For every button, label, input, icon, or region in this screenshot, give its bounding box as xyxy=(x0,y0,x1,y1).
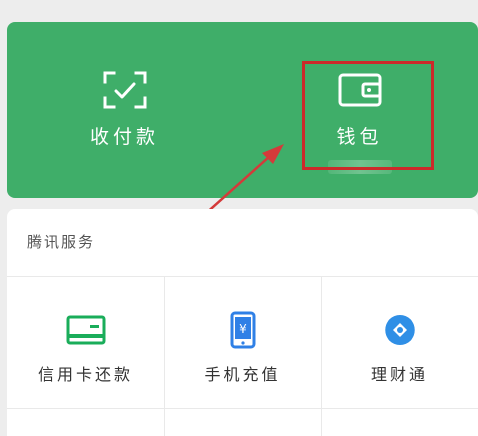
service-label: 手机充值 xyxy=(204,365,281,384)
service-credit-card-repay[interactable]: 信用卡还款 xyxy=(7,276,164,409)
pay-receive-label: 收付款 xyxy=(89,126,159,148)
wallet-icon xyxy=(335,68,385,112)
service-licaitong[interactable]: 理财通 xyxy=(321,276,478,409)
service-label: 理财通 xyxy=(370,365,428,384)
wechat-pay-screen: 收付款 钱包 腾讯服务 信用卡还款 ¥ 手机充值 理财通 xyxy=(0,0,478,436)
qr-scan-check-icon xyxy=(100,68,150,112)
wallet-balance-blurred xyxy=(327,160,392,174)
credit-card-icon xyxy=(66,313,106,347)
svg-text:¥: ¥ xyxy=(239,322,247,336)
licaitong-icon xyxy=(380,313,420,347)
pay-receive-button[interactable]: 收付款 xyxy=(7,22,242,198)
wallet-label: 钱包 xyxy=(336,126,383,148)
quick-actions-card: 收付款 钱包 xyxy=(7,22,478,198)
service-label: 信用卡还款 xyxy=(37,365,133,384)
phone-topup-icon: ¥ xyxy=(223,311,263,349)
wallet-button[interactable]: 钱包 xyxy=(242,22,477,198)
service-phone-topup[interactable]: ¥ 手机充值 xyxy=(164,276,321,409)
tencent-services-panel: 腾讯服务 信用卡还款 ¥ 手机充值 理财通 xyxy=(7,209,478,436)
services-title: 腾讯服务 xyxy=(27,233,96,251)
